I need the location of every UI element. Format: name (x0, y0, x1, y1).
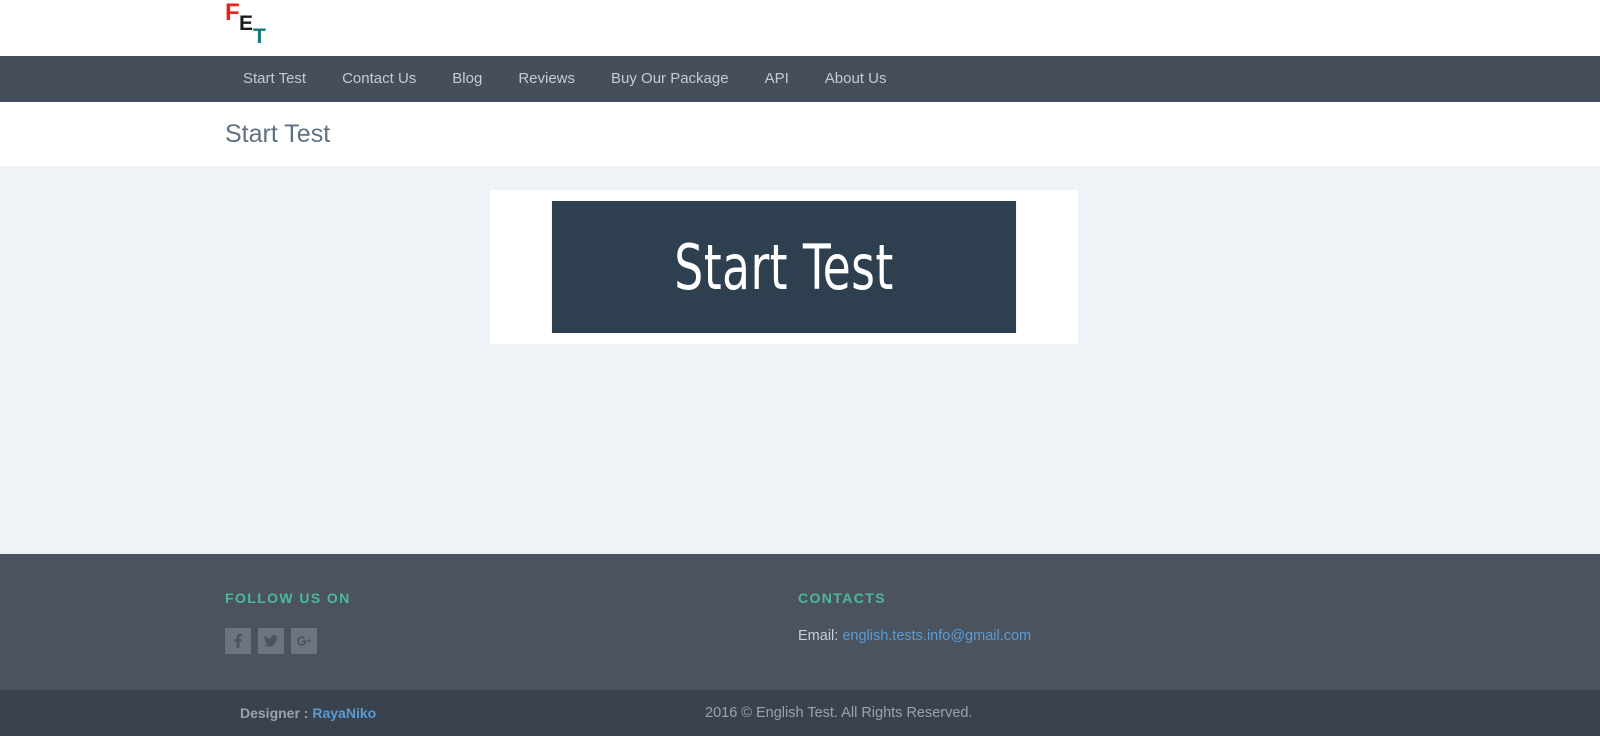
footer-follow-column: FOLLOW US ON (225, 590, 351, 654)
start-test-card: Start Test (490, 190, 1078, 344)
page-title: Start Test (225, 119, 331, 148)
designer-label: Designer : (240, 705, 309, 721)
footer-contacts-column: CONTACTS Email: english.tests.info@gmail… (798, 590, 1031, 644)
twitter-icon[interactable] (258, 628, 284, 654)
start-test-button[interactable]: Start Test (551, 201, 1017, 333)
logo-letter-f: F (225, 0, 240, 26)
follow-us-heading: FOLLOW US ON (225, 590, 351, 606)
email-label: Email: (798, 628, 839, 644)
site-header: F E T (0, 0, 1600, 56)
designer-credit: Designer : RayaNiko (240, 705, 376, 721)
site-logo[interactable]: F E T (225, 0, 281, 52)
main-content: Start Test (0, 166, 1600, 554)
facebook-icon[interactable] (225, 628, 251, 654)
logo-letter-t: T (253, 25, 266, 48)
page-root: F E T Start Test Contact Us Blog Reviews… (0, 0, 1600, 736)
nav-item-contact-us[interactable]: Contact Us (324, 56, 434, 102)
nav-item-blog[interactable]: Blog (434, 56, 500, 102)
contact-email-line: Email: english.tests.info@gmail.com (798, 628, 1031, 644)
social-links (225, 628, 351, 654)
email-link[interactable]: english.tests.info@gmail.com (842, 628, 1031, 644)
contacts-heading: CONTACTS (798, 590, 886, 606)
copyright-text: 2016 © English Test. All Rights Reserved… (705, 705, 973, 721)
footer-bottom-bar: Designer : RayaNiko 2016 © English Test.… (0, 690, 1600, 736)
page-title-band: Start Test (0, 102, 1600, 166)
nav-item-about-us[interactable]: About Us (807, 56, 905, 102)
nav-item-start-test[interactable]: Start Test (225, 56, 324, 102)
main-navigation: Start Test Contact Us Blog Reviews Buy O… (0, 56, 1600, 102)
designer-link[interactable]: RayaNiko (312, 705, 376, 721)
nav-item-api[interactable]: API (747, 56, 807, 102)
google-plus-icon[interactable] (291, 628, 317, 654)
site-footer: FOLLOW US ON CONTACTS Email: english.tes… (0, 554, 1600, 690)
nav-item-buy-our-package[interactable]: Buy Our Package (593, 56, 747, 102)
logo-letter-e: E (239, 12, 254, 35)
nav-item-reviews[interactable]: Reviews (500, 56, 593, 102)
